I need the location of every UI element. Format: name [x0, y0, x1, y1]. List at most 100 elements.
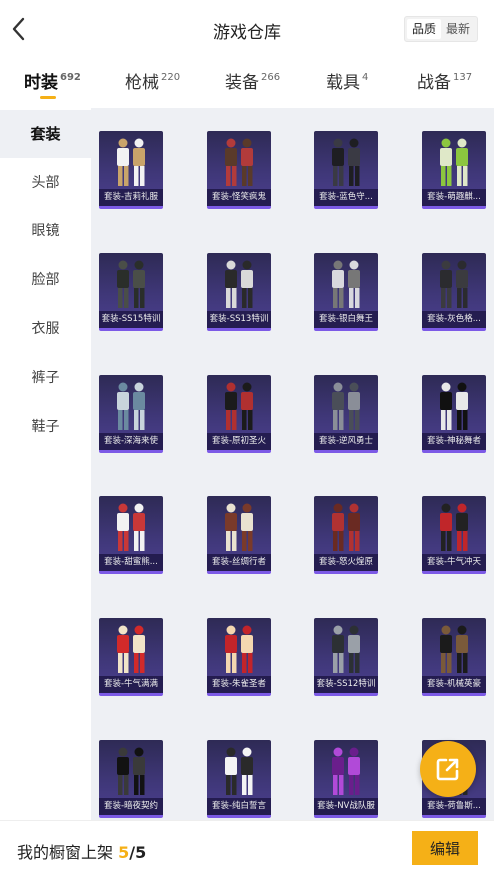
- item-label: 套装-纯白誓言: [207, 798, 271, 815]
- outfit-thumbnail: [225, 260, 253, 308]
- item-card[interactable]: 套装-灰色格...: [422, 253, 486, 331]
- sidebar-item-pants[interactable]: 裤子: [0, 354, 91, 402]
- item-card[interactable]: 套装-SS13特训: [207, 253, 271, 331]
- item-card[interactable]: 套装-NV战队服: [314, 740, 378, 818]
- outfit-thumbnail: [117, 138, 145, 186]
- outfit-thumbnail: [225, 382, 253, 430]
- outfit-thumbnail: [332, 625, 360, 673]
- item-card[interactable]: 套装-丝绸行者: [207, 496, 271, 574]
- tab-count: 137: [453, 72, 473, 83]
- outfit-thumbnail: [225, 625, 253, 673]
- share-external-icon: [436, 758, 459, 781]
- outfit-thumbnail: [117, 747, 145, 795]
- item-card[interactable]: 套装-机械英豪: [422, 618, 486, 696]
- outfit-thumbnail: [440, 260, 468, 308]
- item-card[interactable]: 套装-朱雀圣者: [207, 618, 271, 696]
- item-card[interactable]: 套装-SS15特训: [99, 253, 163, 331]
- sort-option-newest[interactable]: 最新: [441, 19, 475, 39]
- share-button[interactable]: [420, 741, 476, 797]
- item-label: 套装-丝绸行者: [207, 554, 271, 571]
- tab-label: 枪械: [125, 73, 159, 93]
- item-card[interactable]: 套装-逆风勇士: [314, 375, 378, 453]
- item-card[interactable]: 套装-原初圣火: [207, 375, 271, 453]
- outfit-thumbnail: [225, 503, 253, 551]
- tab-guns[interactable]: 枪械 220: [125, 68, 180, 93]
- outfit-thumbnail: [117, 260, 145, 308]
- tab-count: 266: [261, 72, 281, 83]
- item-card[interactable]: 套装-牛气冲天: [422, 496, 486, 574]
- showcase-total: 5: [135, 843, 147, 862]
- tab-vehicles[interactable]: 载具 4: [326, 68, 368, 93]
- item-card[interactable]: 套装-萌趣麒...: [422, 131, 486, 209]
- item-label: 套装-怪笑疯鬼: [207, 189, 271, 206]
- tab-fashion[interactable]: 时装 692: [24, 68, 81, 99]
- item-label: 套装-原初圣火: [207, 433, 271, 450]
- active-tab-indicator: [40, 96, 56, 99]
- tab-count: 220: [161, 72, 181, 83]
- item-card[interactable]: 套装-吉莉礼服: [99, 131, 163, 209]
- showcase-status: 我的橱窗上架 5/5: [17, 839, 146, 863]
- outfit-thumbnail: [332, 747, 360, 795]
- outfit-thumbnail: [332, 260, 360, 308]
- item-card[interactable]: 套装-怪笑疯鬼: [207, 131, 271, 209]
- tab-label: 载具: [326, 73, 360, 93]
- item-label: 套装-蓝色守...: [314, 189, 378, 206]
- item-label: 套装-暗夜契约: [99, 798, 163, 815]
- showcase-label: 我的橱窗上架: [17, 843, 114, 862]
- item-label: 套装-SS15特训: [99, 311, 163, 328]
- edit-button[interactable]: 编辑: [412, 831, 478, 865]
- item-card[interactable]: 套装-银白舞王: [314, 253, 378, 331]
- game-warehouse-page: 游戏仓库 品质 最新 时装 692 枪械 220 装备 266 载具 4 战备 137 套…: [0, 0, 494, 875]
- outfit-thumbnail: [117, 382, 145, 430]
- item-label: 套装-NV战队服: [314, 798, 378, 815]
- item-label: 套装-怒火煌原: [314, 554, 378, 571]
- item-card[interactable]: 套装-甜蜜熊...: [99, 496, 163, 574]
- item-label: 套装-SS12特训: [314, 676, 378, 693]
- item-label: 套装-牛气满满: [99, 676, 163, 693]
- sidebar-item-suit[interactable]: 套装: [0, 110, 91, 158]
- outfit-thumbnail: [332, 503, 360, 551]
- showcase-count: 5: [118, 843, 130, 862]
- sidebar-item-glasses[interactable]: 眼镜: [0, 207, 91, 255]
- item-card[interactable]: 套装-纯白誓言: [207, 740, 271, 818]
- sidebar-item-head[interactable]: 头部: [0, 159, 91, 207]
- header: 游戏仓库 品质 最新: [0, 0, 494, 58]
- showcase-bar: 我的橱窗上架 5/5 编辑: [0, 820, 494, 875]
- tab-label: 战备: [417, 73, 451, 93]
- sidebar-item-clothes[interactable]: 衣服: [0, 305, 91, 353]
- outfit-thumbnail: [117, 503, 145, 551]
- item-label: 套装-神秘舞者: [422, 433, 486, 450]
- sidebar-item-face[interactable]: 脸部: [0, 256, 91, 304]
- sort-option-quality[interactable]: 品质: [407, 19, 441, 39]
- sidebar: 套装 头部 眼镜 脸部 衣服 裤子 鞋子: [0, 108, 91, 820]
- item-label: 套装-牛气冲天: [422, 554, 486, 571]
- item-label: 套装-SS13特训: [207, 311, 271, 328]
- item-grid: 套装-吉莉礼服 套装-怪笑疯鬼 套装-蓝色守... 套装-萌趣麒... 套装-SS15特…: [91, 108, 494, 820]
- item-card[interactable]: 套装-怒火煌原: [314, 496, 378, 574]
- item-card[interactable]: 套装-暗夜契约: [99, 740, 163, 818]
- item-label: 套装-深海来使: [99, 433, 163, 450]
- item-label: 套装-萌趣麒...: [422, 189, 486, 206]
- sidebar-item-shoes[interactable]: 鞋子: [0, 403, 91, 451]
- tab-equipment[interactable]: 装备 266: [225, 68, 280, 93]
- outfit-thumbnail: [440, 503, 468, 551]
- tab-label: 时装: [24, 73, 58, 93]
- item-label: 套装-机械英豪: [422, 676, 486, 693]
- outfit-thumbnail: [440, 138, 468, 186]
- item-card[interactable]: 套装-神秘舞者: [422, 375, 486, 453]
- item-label: 套装-逆风勇士: [314, 433, 378, 450]
- item-card[interactable]: 套装-深海来使: [99, 375, 163, 453]
- outfit-thumbnail: [440, 625, 468, 673]
- item-card[interactable]: 套装-蓝色守...: [314, 131, 378, 209]
- tab-label: 装备: [225, 73, 259, 93]
- item-card[interactable]: 套装-牛气满满: [99, 618, 163, 696]
- item-card[interactable]: 套装-SS12特训: [314, 618, 378, 696]
- tab-supplies[interactable]: 战备 137: [417, 68, 472, 93]
- outfit-thumbnail: [332, 382, 360, 430]
- item-label: 套装-甜蜜熊...: [99, 554, 163, 571]
- item-label: 套装-荷鲁斯...: [422, 798, 486, 815]
- tab-count: 4: [362, 72, 369, 83]
- outfit-thumbnail: [117, 625, 145, 673]
- item-label: 套装-朱雀圣者: [207, 676, 271, 693]
- tab-count: 692: [60, 72, 81, 83]
